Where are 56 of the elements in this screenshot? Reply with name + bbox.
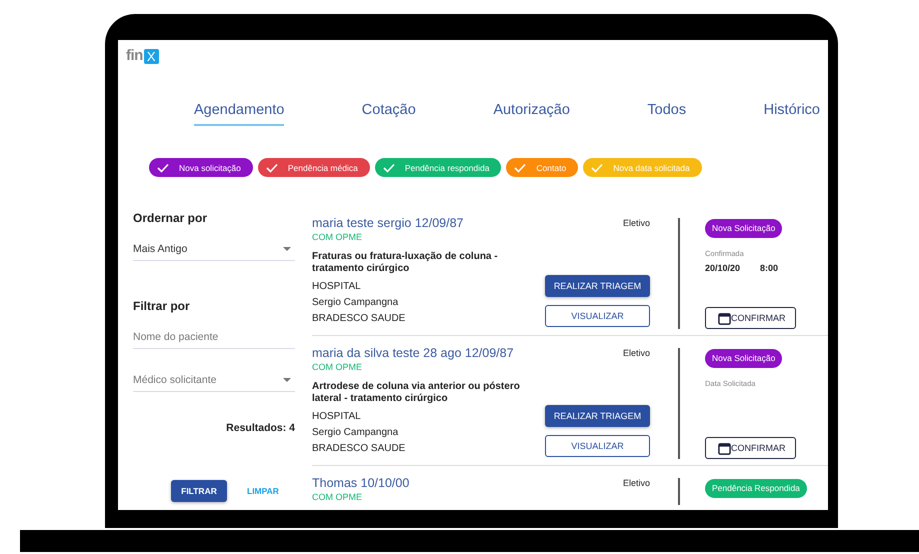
date-value: 20/10/20 [705,263,740,273]
patient-name-field[interactable]: Nome do paciente [133,326,295,349]
doctor-select[interactable]: Médico solicitante [133,369,295,392]
status-badge: Nova Solicitação [705,219,782,238]
check-icon [591,162,604,172]
filter-chip[interactable]: Nova solicitação [149,158,253,177]
logo-text: fin [126,48,143,64]
patient-name[interactable]: Thomas 10/10/00 [312,476,545,491]
time-value: 8:00 [760,263,778,273]
caret-icon [283,247,291,251]
triage-button[interactable]: REALIZAR TRIAGEM [545,405,650,427]
view-button[interactable]: VISUALIZAR [545,435,650,457]
filter-chip[interactable]: Pendência médica [258,158,370,177]
select-value: Mais Antigo [133,243,188,255]
sort-select[interactable]: Mais Antigo [133,238,295,261]
request-type: Eletivo [622,478,650,488]
procedure-name: Artrodese de coluna via anterior ou póstero lateral - tratamento cirúrgico [312,381,521,405]
confirm-button[interactable]: CONFIRMAR [705,437,796,459]
logo-mark: X [144,48,158,64]
opme-label: COM OPME [312,491,364,503]
placeholder: Nome do paciente [133,331,218,343]
tab[interactable]: Autorização [493,100,570,126]
calendar-icon [718,312,731,324]
doctor-name: Sergio Campangna [312,426,400,440]
tab[interactable]: Todos [647,100,686,126]
hospital-name: HOSPITAL [312,410,362,424]
sort-title: Ordernar por [133,211,208,225]
opme-label: COM OPME [312,361,364,373]
opme-label: COM OPME [312,231,364,243]
patient-name[interactable]: maria teste sergio 12/09/87 [312,216,545,231]
check-icon [266,162,278,172]
hospital-name: HOSPITAL [312,280,362,294]
request-type: Eletivo [622,348,650,358]
confirm-button[interactable]: CONFIRMAR [705,307,796,329]
calendar-icon [718,442,731,454]
status-badge: Nova Solicitação [705,349,782,368]
patient-name[interactable]: maria da silva teste 28 ago 12/09/87 [312,346,545,361]
status-badge: Pendência Respondida [705,479,807,498]
check-icon [157,162,169,172]
placeholder: Médico solicitante [133,374,216,386]
procedure-name: Fraturas ou fratura-luxação de coluna - tratamento cirúrgico [312,251,499,275]
check-icon [514,162,526,172]
caret-icon [283,378,291,382]
filter-button[interactable]: FILTRAR [171,480,227,502]
filter-title: Filtrar por [133,299,191,313]
triage-button[interactable]: REALIZAR TRIAGEM [545,275,650,297]
doctor-name: Sergio Campangna [312,296,400,310]
tab[interactable]: Agendamento [194,100,284,126]
insurer-name: BRADESCO SAUDE [312,312,406,326]
tab[interactable]: Histórico [764,100,820,126]
tab[interactable]: Cotação [362,100,416,126]
request-type: Eletivo [622,218,650,228]
insurer-name: BRADESCO SAUDE [312,442,406,456]
results-count: Resultados: 4 [226,422,295,434]
check-icon [382,162,395,172]
view-button[interactable]: VISUALIZAR [545,305,650,327]
